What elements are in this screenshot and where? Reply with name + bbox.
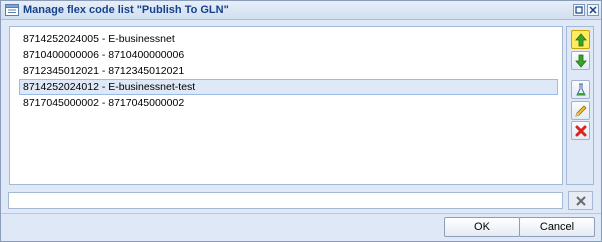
clear-input-button[interactable] [568, 191, 593, 210]
move-up-button[interactable] [571, 30, 590, 49]
pencil-icon [575, 105, 587, 117]
delete-button[interactable] [571, 121, 590, 140]
window-icon [5, 4, 19, 16]
code-list[interactable]: 8714252024005 - E-businessnet 8710400000… [9, 26, 563, 185]
list-item[interactable]: 8712345012021 - 8712345012021 [19, 63, 558, 79]
list-toolbar [566, 26, 594, 185]
close-button[interactable] [587, 4, 599, 16]
add-button[interactable] [571, 80, 590, 99]
move-down-button[interactable] [571, 51, 590, 70]
edit-button[interactable] [571, 101, 590, 120]
list-item[interactable]: 8714252024005 - E-businessnet [19, 31, 558, 47]
title-bar[interactable]: Manage flex code list "Publish To GLN" [1, 1, 601, 20]
close-icon [589, 6, 597, 14]
ok-button[interactable]: OK [444, 217, 520, 237]
code-input[interactable] [8, 192, 563, 209]
arrow-down-icon [575, 54, 587, 68]
red-x-icon [575, 125, 587, 137]
flask-icon [576, 83, 586, 96]
list-item[interactable]: 8710400000006 - 8710400000006 [19, 47, 558, 63]
maximize-button[interactable] [573, 4, 585, 16]
manage-flex-code-dialog: Manage flex code list "Publish To GLN" 8… [0, 0, 602, 242]
arrow-up-icon [575, 33, 587, 47]
list-item[interactable]: 8717045000002 - 8717045000002 [19, 95, 558, 111]
footer-divider [1, 213, 601, 214]
maximize-icon [575, 6, 583, 14]
list-item-selected[interactable]: 8714252024012 - E-businessnet-test [19, 79, 558, 95]
cancel-button[interactable]: Cancel [519, 217, 595, 237]
close-icon [576, 196, 586, 206]
dialog-title: Manage flex code list "Publish To GLN" [23, 4, 229, 16]
